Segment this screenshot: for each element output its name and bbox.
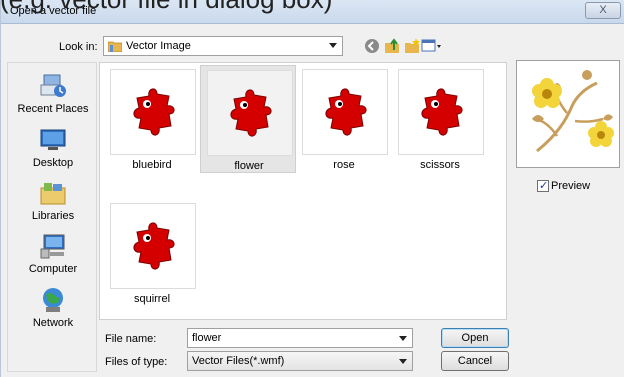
overlay-caption: (e.g. vector file in dialog box) <box>0 0 332 15</box>
puzzle-piece-icon <box>230 89 272 137</box>
puzzle-piece-icon <box>421 88 463 136</box>
place-libraries[interactable]: Libraries <box>8 178 98 222</box>
file-name: squirrel <box>133 293 171 305</box>
folder-icon <box>108 41 122 52</box>
back-icon[interactable] <box>363 37 381 55</box>
place-network[interactable]: Network <box>8 285 98 329</box>
up-folder-icon[interactable] <box>383 37 401 55</box>
file-thumbnail <box>207 70 293 156</box>
puzzle-piece-icon <box>325 88 367 136</box>
file-name-value: flower <box>192 332 222 344</box>
flower-preview-image <box>532 70 614 153</box>
place-label: Desktop <box>32 157 74 169</box>
file-name-input[interactable]: flower <box>187 328 413 348</box>
file-type-dropdown[interactable]: Vector Files(*.wmf) <box>187 351 413 371</box>
view-menu-icon[interactable] <box>421 37 443 55</box>
file-name: flower <box>234 160 264 172</box>
file-thumbnail <box>110 203 196 289</box>
network-icon <box>43 288 63 312</box>
preview-pane <box>516 60 620 168</box>
preview-label: Preview <box>551 180 591 192</box>
cancel-button[interactable]: Cancel <box>441 351 509 371</box>
place-label: Network <box>32 317 74 329</box>
open-file-dialog: Open a vector file X Look in: Vector Ima… <box>0 0 624 377</box>
file-name: scissors <box>420 159 460 171</box>
file-thumbnail <box>110 69 196 155</box>
file-name: rose <box>333 159 355 171</box>
look-in-dropdown[interactable]: Vector Image <box>103 36 343 56</box>
place-computer[interactable]: Computer <box>8 231 98 275</box>
preview-checkbox[interactable]: ✓ <box>537 180 549 192</box>
places-bar: Recent Places Desktop Libraries Computer… <box>7 62 97 372</box>
file-item[interactable]: rose <box>296 65 392 173</box>
place-label: Libraries <box>31 210 75 222</box>
file-item-selected[interactable]: flower <box>200 65 296 173</box>
file-item[interactable]: squirrel <box>104 199 200 307</box>
libraries-icon <box>40 183 66 205</box>
place-label: Computer <box>28 263 78 275</box>
file-item[interactable]: scissors <box>392 65 488 173</box>
file-thumbnail <box>302 69 388 155</box>
look-in-label: Look in: <box>59 41 98 53</box>
look-in-value: Vector Image <box>126 40 191 52</box>
place-desktop[interactable]: Desktop <box>8 125 98 169</box>
chevron-down-icon <box>399 359 407 364</box>
place-label: Recent Places <box>17 103 89 115</box>
chevron-down-icon <box>329 43 337 48</box>
file-name-label: File name: <box>105 333 157 345</box>
desktop-icon <box>40 129 66 150</box>
file-name: bluebird <box>132 159 172 171</box>
open-button[interactable]: Open <box>441 328 509 348</box>
file-list: bluebird flower rose scissors squirrel <box>99 62 507 320</box>
chevron-down-icon[interactable] <box>399 336 407 341</box>
file-thumbnail <box>398 69 484 155</box>
file-item[interactable]: bluebird <box>104 65 200 173</box>
checkmark-icon: ✓ <box>539 180 549 192</box>
close-button[interactable]: X <box>585 2 621 19</box>
file-type-value: Vector Files(*.wmf) <box>192 355 285 367</box>
file-type-label: Files of type: <box>105 356 168 368</box>
puzzle-piece-icon <box>133 222 175 270</box>
place-recent-places[interactable]: Recent Places <box>8 71 98 115</box>
computer-icon <box>40 234 65 259</box>
new-folder-icon[interactable] <box>403 37 421 55</box>
puzzle-piece-icon <box>133 88 175 136</box>
recent-places-icon <box>40 74 66 97</box>
